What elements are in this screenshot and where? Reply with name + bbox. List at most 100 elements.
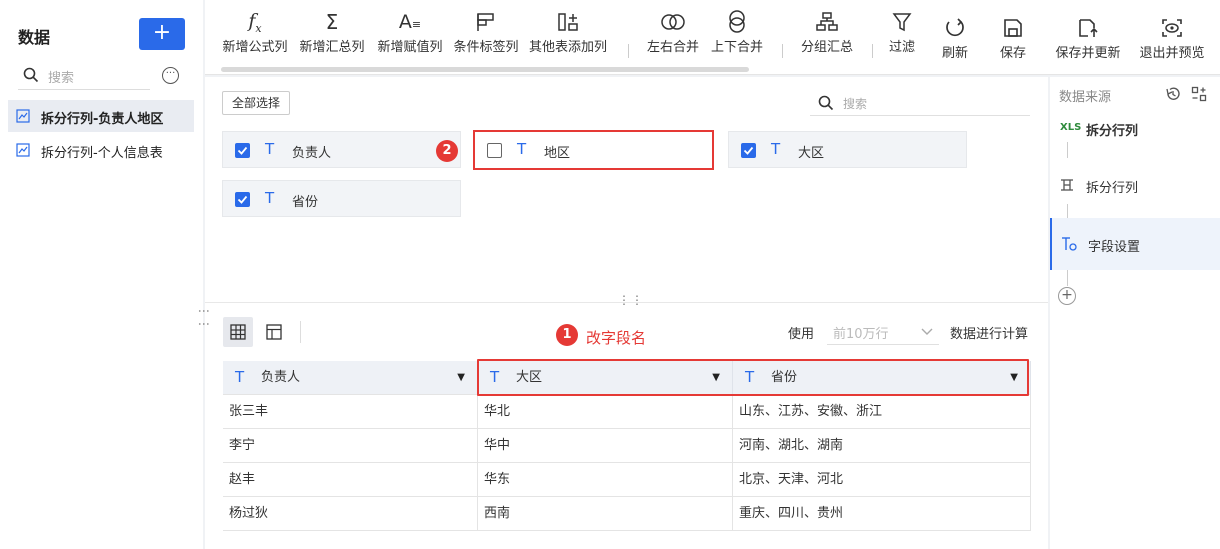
chevron-down-icon [921,328,933,335]
sidebar-resize-handle-icon[interactable]: ⋮⋮ [197,305,211,331]
table-cell: 西南 [478,497,733,531]
action-label: 刷新 [941,46,968,61]
annotation-badge-2: 2 [436,140,458,162]
step-split[interactable]: 拆分行列 [1050,159,1220,211]
table-row: 杨过狄 西南 重庆、四川、贵州 [223,497,1031,531]
table-row: 张三丰 华北 山东、江苏、安徽、浙江 [223,395,1031,429]
add-summary-column-button[interactable]: Σ 新增汇总列 [295,8,369,68]
save-and-update-button[interactable]: 保存并更新 [1050,14,1126,74]
merge-top-bottom-button[interactable]: 上下合并 [707,8,767,68]
row-limit-value: 前10万行 [833,327,889,342]
checkbox-checked[interactable] [235,192,250,207]
tool-label: 分组汇总 [800,40,853,55]
data-sidebar: 数据 + 搜索 ··· 拆分行列-负责人地区 拆分行列-个人信息表 [0,0,203,549]
table-icon [16,143,30,157]
condition-tag-column-button[interactable]: 条件标签列 [450,8,522,68]
layout-view-button[interactable] [259,317,289,347]
table-cell: 河南、湖北、湖南 [733,429,1031,463]
search-icon [818,95,834,111]
table-item-personal[interactable]: 拆分行列-个人信息表 [8,134,194,166]
assign-icon: A≡ [398,11,422,33]
group-icon [816,12,838,31]
sidebar-search[interactable]: 搜索 [18,62,150,90]
merge-tb-icon [729,10,745,33]
add-formula-column-button[interactable]: fx 新增公式列 [219,8,291,68]
table-item-label: 拆分行列-个人信息表 [41,146,163,161]
column-header-owner[interactable]: T 负责人 ▼ [223,361,478,395]
table-cell: 张三丰 [223,395,478,429]
step-connector [1067,270,1068,286]
calc-label: 数据进行计算 [950,327,1029,342]
column-header-label: 负责人 [261,370,301,385]
step-label: 拆分行列 [1086,181,1139,196]
table-cell: 李宁 [223,429,478,463]
history-icon[interactable] [1165,86,1181,102]
checkbox-checked[interactable] [741,143,756,158]
toolbar-divider [628,44,629,58]
filter-icon [892,13,912,32]
merge-lr-icon [661,14,685,30]
tool-label: 新增汇总列 [299,40,365,55]
step-field-settings[interactable]: 字段设置 [1050,218,1220,270]
exit-and-preview-button[interactable]: 退出并预览 [1134,14,1210,74]
split-icon [1061,179,1073,191]
field-name: 省份 [292,195,319,210]
group-summary-button[interactable]: 分组汇总 [795,8,859,68]
search-icon [23,67,39,83]
steps-panel: 数据来源 XLS 拆分行列 拆分行列 字段设置 + [1050,77,1220,549]
checkbox-checked[interactable] [235,143,250,158]
table-row: 李宁 华中 河南、湖北、湖南 [223,429,1031,463]
field-card-province[interactable]: T 省份 [222,180,461,217]
toolbar-scrollbar[interactable] [221,67,749,72]
save-button[interactable]: 保存 [992,14,1034,74]
refresh-button[interactable]: 刷新 [934,14,976,74]
step-connector [1067,142,1068,158]
sidebar-search-input[interactable]: 搜索 [48,67,74,86]
layout-toggle-icon[interactable] [1191,86,1207,102]
tool-label: 条件标签列 [453,40,519,55]
use-label: 使用 [788,327,815,342]
table-cell: 北京、天津、河北 [733,463,1031,497]
grid-view-button[interactable] [223,317,253,347]
add-table-button[interactable]: + [139,18,185,50]
table-item-label: 拆分行列-负责人地区 [41,112,164,127]
more-icon[interactable]: ··· [162,67,179,84]
table-item-region[interactable]: 拆分行列-负责人地区 [8,100,194,132]
field-card-district[interactable]: T 大区 [728,131,967,168]
toolbar: fx 新增公式列 Σ 新增汇总列 A≡ 新增赋值列 条件标签列 其他表添加列 左… [205,0,1220,75]
field-search[interactable]: 搜索 [810,90,1030,116]
merge-left-right-button[interactable]: 左右合并 [643,8,703,68]
checkbox-unchecked[interactable] [487,143,502,158]
tool-label: 新增赋值列 [377,40,443,55]
caret-down-icon[interactable]: ▼ [457,361,465,394]
view-divider [300,321,301,343]
add-column-icon [558,13,578,31]
filter-button[interactable]: 过滤 [889,8,915,68]
flag-icon [477,13,494,31]
table-cell: 华北 [478,395,733,429]
text-type-icon: T [265,189,275,207]
table-icon [16,109,30,123]
field-search-input[interactable]: 搜索 [843,95,867,112]
field-card-region[interactable]: T 地区 [473,130,714,170]
add-column-from-table-button[interactable]: 其他表添加列 [526,8,610,68]
field-card-owner[interactable]: T 负责人 [222,131,461,168]
resize-handle-icon[interactable]: ⋮⋮ [618,293,644,307]
field-name: 地区 [544,146,571,161]
add-step-button[interactable]: + [1058,287,1076,305]
layout-icon [266,324,282,340]
add-assign-column-button[interactable]: A≡ 新增赋值列 [373,8,447,68]
action-label: 保存 [999,46,1026,61]
sum-icon: Σ [325,10,339,34]
toolbar-divider [872,44,873,58]
row-limit-select[interactable]: 前10万行 [827,319,939,345]
field-name: 大区 [798,146,825,161]
select-all-button[interactable]: 全部选择 [222,91,290,115]
step-source[interactable]: XLS 拆分行列 [1050,102,1220,154]
field-settings-icon [1062,237,1077,251]
field-name: 负责人 [292,146,332,161]
table-cell: 重庆、四川、贵州 [733,497,1031,531]
text-type-icon: T [265,140,275,158]
table-cell: 杨过狄 [223,497,478,531]
table-cell: 华中 [478,429,733,463]
